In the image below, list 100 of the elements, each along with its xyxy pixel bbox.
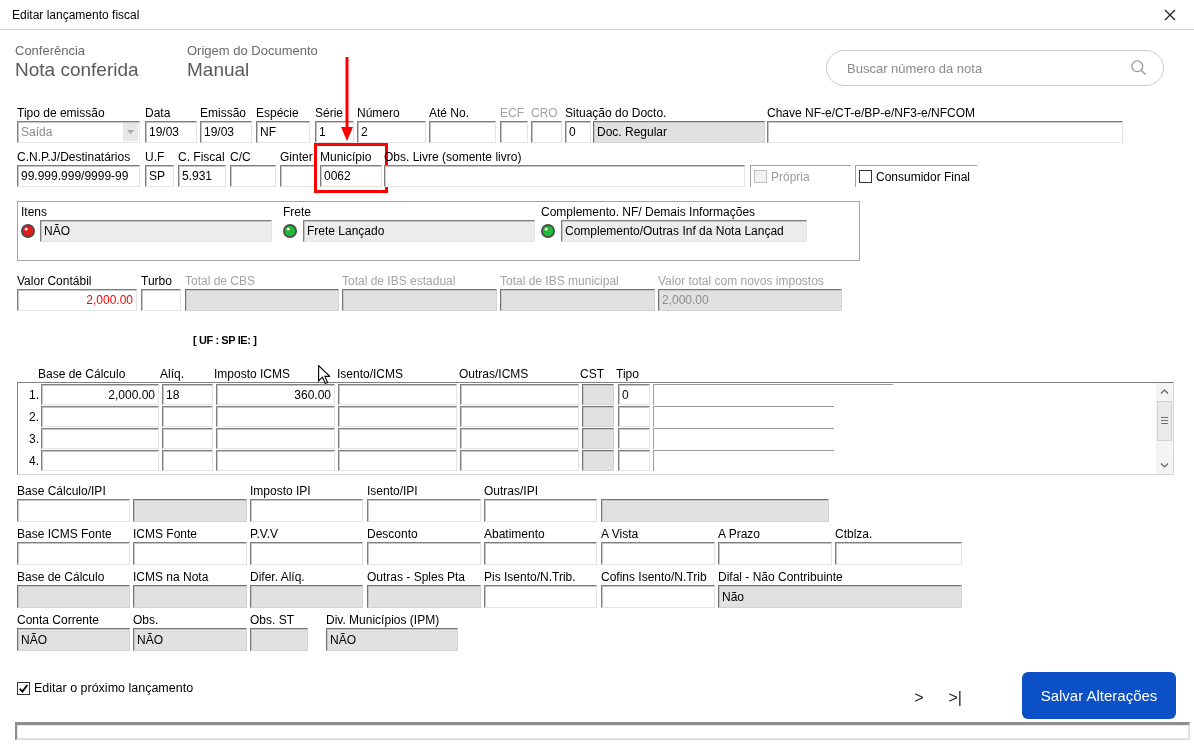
input-field[interactable]	[835, 542, 962, 565]
input-field[interactable]: 0	[618, 384, 650, 405]
input-field[interactable]: Não	[718, 585, 962, 608]
close-icon[interactable]	[1164, 8, 1176, 21]
input-field[interactable]	[618, 428, 650, 449]
search-field[interactable]: Buscar número da nota	[826, 50, 1164, 86]
input-field[interactable]	[250, 499, 363, 522]
input-field[interactable]	[460, 384, 579, 405]
input-field[interactable]: 360.00	[216, 384, 335, 405]
input-field[interactable]	[41, 428, 159, 449]
input-field[interactable]	[582, 428, 614, 449]
input-field[interactable]	[601, 542, 715, 565]
next-button[interactable]: >	[910, 684, 928, 711]
input-field[interactable]	[582, 384, 614, 405]
input-field[interactable]: 99.999.999/9999-99	[17, 165, 140, 187]
input-field[interactable]	[367, 542, 481, 565]
field-label: Imposto IPI	[250, 483, 311, 499]
input-field[interactable]	[338, 428, 457, 449]
input-field[interactable]	[601, 585, 715, 608]
field-label: U.F	[145, 149, 165, 165]
input-field[interactable]	[133, 499, 247, 522]
input-field[interactable]: 19/03	[200, 121, 252, 143]
input-field[interactable]: NÃO	[133, 628, 247, 651]
input-field[interactable]	[384, 165, 745, 187]
input-field[interactable]: 0062	[320, 165, 382, 187]
input-field[interactable]	[216, 450, 335, 471]
input-field[interactable]	[17, 542, 130, 565]
input-field[interactable]	[718, 542, 832, 565]
input-field[interactable]	[250, 585, 363, 608]
input-field[interactable]: 5.931	[178, 165, 226, 187]
input-field[interactable]: 0	[565, 121, 591, 143]
input-field[interactable]	[250, 542, 363, 565]
field-label: Base de Cálculo	[17, 569, 105, 585]
field-label: A Prazo	[718, 526, 761, 542]
field-label: Obs.	[133, 612, 159, 628]
input-field[interactable]: SP	[145, 165, 174, 187]
input-field[interactable]	[280, 165, 316, 187]
input-field[interactable]	[41, 406, 159, 427]
input-field[interactable]	[460, 406, 579, 427]
field-label: Ginter	[280, 149, 313, 165]
input-field[interactable]	[230, 165, 276, 187]
input-field[interactable]	[250, 628, 308, 651]
input-field[interactable]	[618, 450, 650, 471]
input-field[interactable]	[133, 585, 247, 608]
input-field[interactable]	[162, 428, 213, 449]
input-field[interactable]: 18	[162, 384, 213, 405]
save-button[interactable]: Salvar Alterações	[1022, 672, 1176, 719]
input-field[interactable]	[429, 121, 496, 143]
last-record-button[interactable]: >|	[944, 684, 966, 711]
search-icon[interactable]	[1131, 60, 1146, 75]
input-field[interactable]	[367, 585, 481, 608]
field-label: Obs. ST	[250, 612, 294, 628]
field-label: Itens	[21, 204, 47, 220]
scrollbar-thumb[interactable]	[1157, 401, 1172, 441]
input-field[interactable]: Doc. Regular	[593, 121, 765, 143]
input-field[interactable]	[484, 499, 597, 522]
input-field[interactable]	[460, 428, 579, 449]
input-field[interactable]	[367, 499, 481, 522]
input-field[interactable]	[17, 585, 130, 608]
input-field[interactable]	[41, 450, 159, 471]
input-field[interactable]	[653, 406, 834, 427]
input-field[interactable]	[460, 450, 579, 471]
window-title: Editar lançamento fiscal	[12, 7, 140, 22]
input-field[interactable]	[216, 406, 335, 427]
input-field[interactable]	[767, 121, 1123, 143]
field-label: Data	[145, 105, 171, 121]
input-field[interactable]	[133, 542, 247, 565]
input-field[interactable]: Complemento/Outras Inf da Nota Lançad	[561, 220, 807, 242]
input-field[interactable]	[653, 450, 834, 471]
input-field[interactable]	[338, 384, 457, 405]
input-field[interactable]	[141, 289, 181, 311]
input-field[interactable]	[582, 406, 614, 427]
input-field[interactable]	[162, 406, 213, 427]
input-field[interactable]	[484, 585, 597, 608]
input-field[interactable]	[484, 542, 597, 565]
input-field[interactable]	[338, 450, 457, 471]
input-field[interactable]: NÃO	[326, 628, 458, 651]
input-field[interactable]: 2,000.00	[17, 289, 137, 311]
input-field[interactable]	[162, 450, 213, 471]
input-field[interactable]: NF	[256, 121, 310, 143]
input-field[interactable]: 2	[357, 121, 426, 143]
field-label: Série	[315, 105, 343, 121]
input-field[interactable]	[338, 406, 457, 427]
input-field[interactable]: NÃO	[17, 628, 130, 651]
input-field[interactable]: NÃO	[40, 220, 272, 242]
row-number: 2.	[28, 409, 40, 424]
input-field[interactable]: 2,000.00	[41, 384, 159, 405]
input-field[interactable]	[582, 450, 614, 471]
input-field[interactable]	[216, 428, 335, 449]
input-field[interactable]	[653, 428, 834, 449]
input-field[interactable]: 19/03	[145, 121, 197, 143]
input-field[interactable]	[653, 384, 893, 405]
checkbox[interactable]	[859, 170, 872, 183]
input-field[interactable]: Frete Lançado	[303, 220, 535, 242]
input-field[interactable]	[17, 499, 130, 522]
field-label: C/C	[230, 149, 251, 165]
field-label: A Vista	[601, 526, 639, 542]
checkbox[interactable]	[17, 681, 30, 695]
input-field[interactable]	[618, 406, 650, 427]
input-field[interactable]	[601, 499, 829, 522]
